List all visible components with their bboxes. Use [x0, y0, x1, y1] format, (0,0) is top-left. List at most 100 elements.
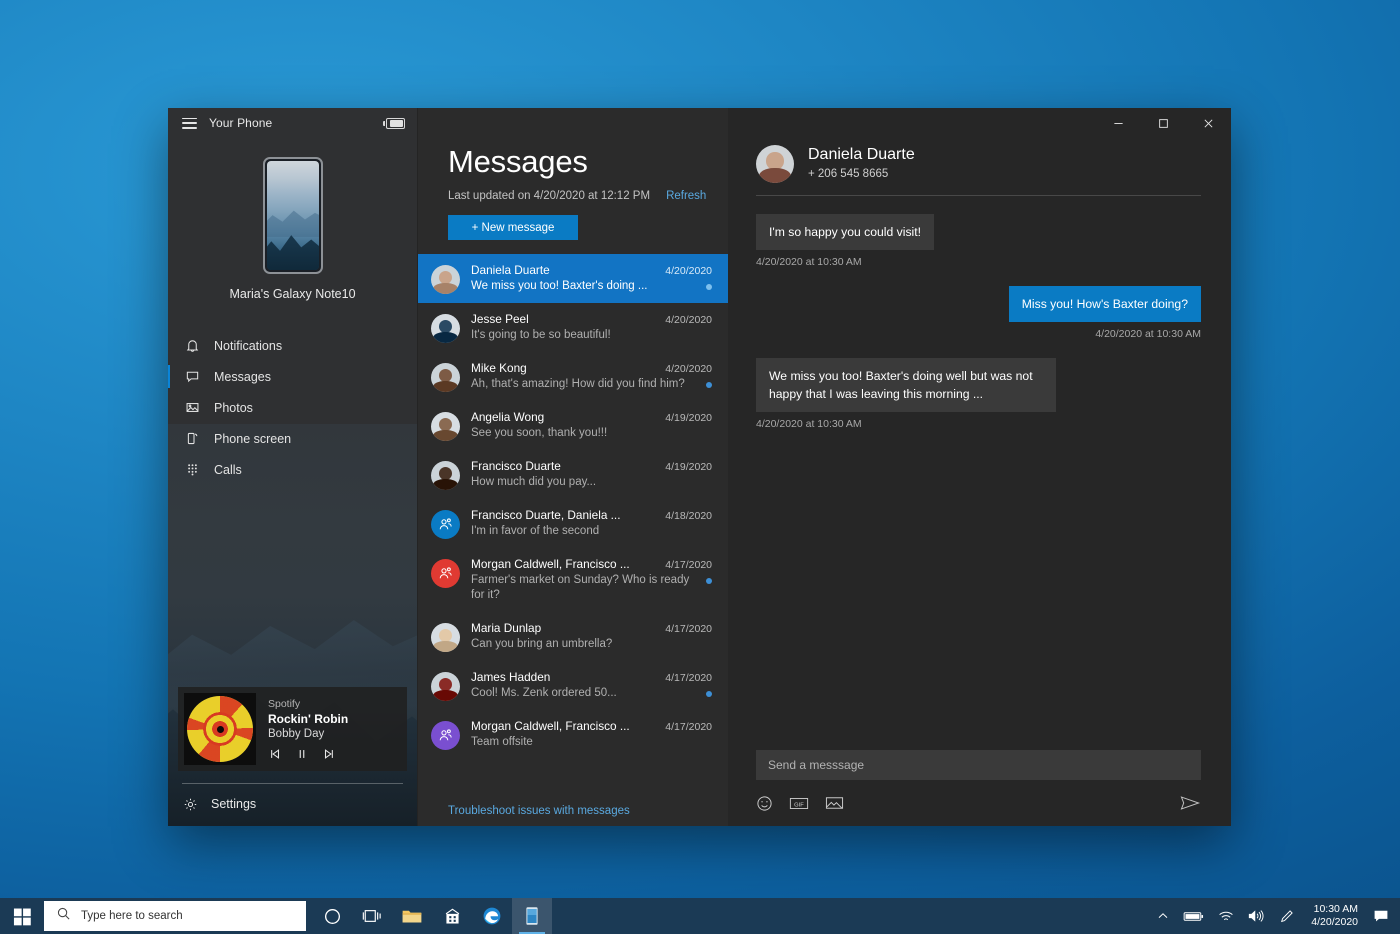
sidebar-item-label: Notifications [214, 338, 283, 353]
message-bubble[interactable]: Miss you! How's Baxter doing? [1008, 286, 1201, 322]
sidebar-item-label: Phone screen [214, 431, 292, 446]
refresh-link[interactable]: Refresh [666, 190, 706, 202]
sidebar-item-settings[interactable]: Settings [168, 790, 417, 818]
conversation-list-item[interactable]: Angelia Wong 4/19/2020 See you soon, thank… [418, 401, 728, 450]
maximize-button[interactable] [1141, 108, 1186, 138]
message-timestamp: 4/20/2020 at 10:30 AM [756, 256, 862, 268]
unread-dot [706, 284, 712, 290]
conversation-date: 4/20/2020 [665, 314, 712, 326]
conversation-list-item[interactable]: Morgan Caldwell, Francisco ... 4/17/2020 F… [418, 548, 728, 612]
system-tray: 10:30 AM 4/20/2020 [1150, 898, 1400, 934]
last-updated-row: Last updated on 4/20/2020 at 12:12 PM Re… [448, 190, 728, 202]
avatar [431, 265, 460, 294]
conversation-body: Maria Dunlap 4/17/2020 Can you bring an um… [471, 621, 716, 652]
album-art [184, 693, 256, 765]
microsoft-store-icon[interactable] [432, 898, 472, 934]
minimize-button[interactable] [1096, 108, 1141, 138]
image-icon[interactable] [825, 795, 844, 811]
sidebar-item-messages[interactable]: Messages [168, 361, 417, 392]
conversation-body: Morgan Caldwell, Francisco ... 4/17/2020 T… [471, 719, 716, 750]
conversation-list-item[interactable]: Maria Dunlap 4/17/2020 Can you bring an um… [418, 612, 728, 661]
conversation-list-item[interactable]: Francisco Duarte 4/19/2020 How much did yo… [418, 450, 728, 499]
action-center-icon[interactable] [1368, 898, 1400, 934]
messages-list-panel: Messages Last updated on 4/20/2020 at 12… [417, 108, 728, 826]
media-artist: Bobby Day [268, 728, 325, 740]
pen-icon[interactable] [1272, 898, 1301, 934]
volume-icon[interactable] [1241, 898, 1272, 934]
conversation-body: Mike Kong 4/20/2020 Ah, that's amazing! Ho… [471, 361, 716, 392]
conversation-date: 4/17/2020 [665, 623, 712, 635]
sidebar-item-photos[interactable]: Photos [168, 392, 417, 423]
conversation-name: Francisco Duarte, Daniela ... [471, 508, 621, 522]
message-bubble[interactable]: We miss you too! Baxter's doing well but… [756, 358, 1056, 412]
desktop: Your Phone Maria's Galaxy Note10 Notific… [0, 0, 1400, 934]
conversation-name: Angelia Wong [471, 410, 545, 424]
wifi-icon[interactable] [1211, 898, 1241, 934]
dialpad-icon [184, 462, 200, 478]
media-controls [268, 747, 401, 761]
conversation-name: Francisco Duarte [471, 459, 561, 473]
gif-icon[interactable]: GIF [789, 796, 809, 811]
media-meta: Spotify Rockin' Robin Bobby Day [268, 697, 401, 761]
task-view-icon[interactable] [352, 898, 392, 934]
pause-icon[interactable] [295, 747, 309, 761]
clock[interactable]: 10:30 AM 4/20/2020 [1301, 898, 1368, 934]
conversation-list-item[interactable]: Morgan Caldwell, Francisco ... 4/17/2020 T… [418, 710, 728, 759]
conversation-list-item[interactable]: Jesse Peel 4/20/2020 It's going to be so b… [418, 303, 728, 352]
conversation-name: Maria Dunlap [471, 621, 542, 635]
microsoft-edge-icon[interactable] [472, 898, 512, 934]
conversation-list-item[interactable]: Mike Kong 4/20/2020 Ah, that's amazing! Ho… [418, 352, 728, 401]
troubleshoot-link[interactable]: Troubleshoot issues with messages [418, 799, 728, 826]
conversation-list-item[interactable]: James Hadden 4/17/2020 Cool! Ms. Zenk orde… [418, 661, 728, 710]
avatar [431, 412, 460, 441]
conversation-list-item[interactable]: Francisco Duarte, Daniela ... 4/18/2020 I'… [418, 499, 728, 548]
unread-dot [706, 382, 712, 388]
avatar [431, 721, 460, 750]
send-icon[interactable] [1179, 794, 1201, 812]
close-button[interactable] [1186, 108, 1231, 138]
taskbar-buttons [312, 898, 552, 934]
conversation-list-item[interactable]: Daniela Duarte 4/20/2020 We miss you too! … [418, 254, 728, 303]
search-input[interactable]: Type here to search [44, 901, 306, 931]
message-bubble[interactable]: I'm so happy you could visit! [756, 214, 935, 250]
avatar [431, 314, 460, 343]
conversation-body: Francisco Duarte 4/19/2020 How much did yo… [471, 459, 716, 490]
clock-time: 10:30 AM [1313, 903, 1358, 915]
sidebar-item-calls[interactable]: Calls [168, 454, 417, 485]
phone-preview[interactable]: Maria's Galaxy Note10 [168, 138, 417, 301]
message-input[interactable] [756, 750, 1201, 780]
unread-dot [706, 578, 712, 584]
sidebar-top: Your Phone Maria's Galaxy Note10 [168, 108, 417, 305]
hamburger-icon[interactable] [182, 117, 197, 129]
bell-icon [184, 338, 200, 354]
next-track-icon[interactable] [322, 747, 336, 761]
new-message-button[interactable]: + New message [448, 215, 578, 240]
chevron-up-icon[interactable] [1150, 898, 1176, 934]
message-timestamp: 4/20/2020 at 10:30 AM [1095, 328, 1201, 340]
conversation-list[interactable]: Daniela Duarte 4/20/2020 We miss you too! … [418, 254, 728, 799]
previous-track-icon[interactable] [268, 747, 282, 761]
page-title: Messages [448, 144, 588, 179]
cortana-icon[interactable] [312, 898, 352, 934]
messages-header: Messages Last updated on 4/20/2020 at 12… [418, 108, 728, 240]
emoji-icon[interactable] [756, 795, 773, 812]
conversation-preview: Cool! Ms. Zenk ordered 50... [471, 687, 617, 699]
battery-icon[interactable] [1176, 898, 1211, 934]
file-explorer-icon[interactable] [392, 898, 432, 934]
sidebar-item-label: Messages [214, 369, 271, 384]
sidebar-item-notifications[interactable]: Notifications [168, 330, 417, 361]
message-timestamp: 4/20/2020 at 10:30 AM [756, 418, 862, 430]
app-title: Your Phone [209, 116, 273, 130]
search-placeholder: Type here to search [81, 910, 183, 922]
phone-screen-icon [184, 431, 200, 447]
sidebar-item-phone-screen[interactable]: Phone screen [168, 423, 417, 454]
conversation-preview: Farmer's market on Sunday? Who is ready … [471, 574, 690, 601]
sidebar-divider [182, 783, 403, 784]
conversation-preview: It's going to be so beautiful! [471, 329, 611, 341]
your-phone-icon[interactable] [512, 898, 552, 934]
chat-panel: Daniela Duarte + 206 545 8665 I'm so hap… [728, 108, 1231, 826]
windows-start-icon[interactable] [0, 898, 44, 934]
sidebar-nav: Notifications Messages Photos Phone scre… [168, 330, 417, 485]
search-icon [56, 906, 71, 926]
avatar [431, 672, 460, 701]
